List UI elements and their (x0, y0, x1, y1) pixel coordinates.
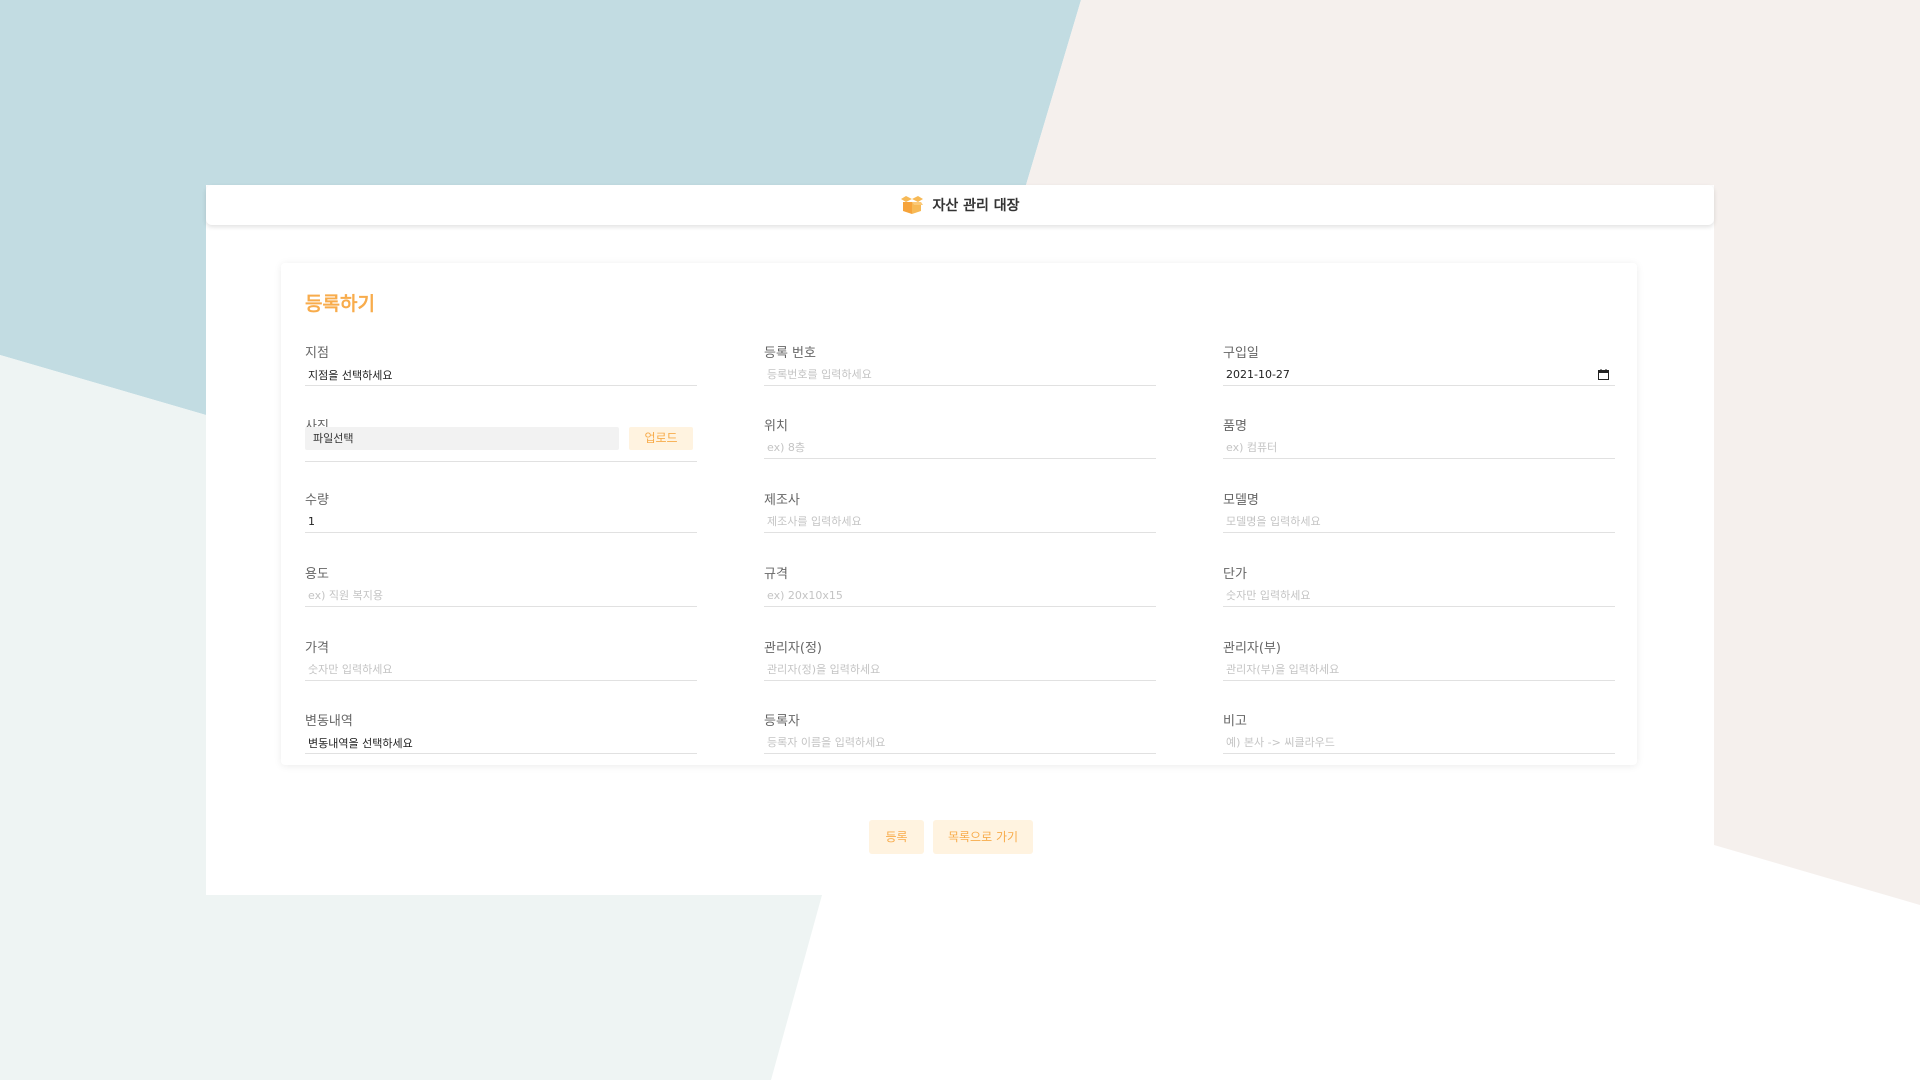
field-photo: 사진 파일선택 업로드 (305, 415, 697, 473)
location-label: 위치 (764, 419, 788, 434)
price-input[interactable] (305, 659, 697, 681)
box-icon (901, 196, 924, 214)
change-history-select[interactable]: 변동내역을 선택하세요 (305, 732, 697, 754)
spec-input[interactable] (764, 585, 1156, 607)
field-model: 모델명 (1223, 489, 1615, 547)
item-name-label: 품명 (1223, 419, 1247, 434)
field-note: 비고 (1223, 710, 1615, 768)
app-title: 자산 관리 대장 (932, 198, 1020, 214)
field-unit-price: 단가 (1223, 563, 1615, 621)
purchase-date-input[interactable]: 2021-10-27 (1223, 364, 1615, 386)
field-manager-main: 관리자(정) (764, 637, 1156, 695)
model-input[interactable] (1223, 511, 1615, 533)
calendar-icon[interactable] (1598, 369, 1609, 380)
field-item-name: 품명 (1223, 415, 1615, 473)
manager-main-label: 관리자(정) (764, 641, 822, 656)
reg-no-input[interactable] (764, 364, 1156, 386)
field-registrant: 등록자 (764, 710, 1156, 768)
register-form-card: 등록하기 지점 지점을 선택하세요 사진 파일선택 업로드 수량 용도 가격 변… (281, 263, 1637, 765)
price-label: 가격 (305, 641, 329, 656)
field-change-history: 변동내역 변동내역을 선택하세요 (305, 710, 697, 768)
manager-sub-label: 관리자(부) (1223, 641, 1281, 656)
form-title: 등록하기 (305, 293, 375, 315)
registrant-input[interactable] (764, 732, 1156, 754)
field-purchase-date: 구입일 2021-10-27 (1223, 342, 1615, 400)
field-location: 위치 (764, 415, 1156, 473)
field-quantity: 수량 (305, 489, 697, 547)
item-name-input[interactable] (1223, 437, 1615, 459)
photo-file-row: 파일선택 업로드 (305, 427, 697, 462)
manager-main-input[interactable] (764, 659, 1156, 681)
quantity-label: 수량 (305, 493, 329, 508)
spec-label: 규격 (764, 567, 788, 582)
app-window: 자산 관리 대장 등록하기 지점 지점을 선택하세요 사진 파일선택 업로드 수… (206, 185, 1714, 895)
field-spec: 규격 (764, 563, 1156, 621)
app-header: 자산 관리 대장 (206, 185, 1714, 225)
file-select-input[interactable]: 파일선택 (305, 427, 619, 450)
branch-select[interactable]: 지점을 선택하세요 (305, 364, 697, 386)
quantity-input[interactable] (305, 511, 697, 533)
field-branch: 지점 지점을 선택하세요 (305, 342, 697, 400)
location-input[interactable] (764, 437, 1156, 459)
manager-sub-input[interactable] (1223, 659, 1615, 681)
upload-button[interactable]: 업로드 (629, 427, 693, 450)
field-manufacturer: 제조사 (764, 489, 1156, 547)
model-label: 모델명 (1223, 493, 1259, 508)
purchase-date-value: 2021-10-27 (1226, 368, 1290, 381)
manufacturer-label: 제조사 (764, 493, 800, 508)
change-history-label: 변동내역 (305, 714, 353, 729)
field-usage: 용도 (305, 563, 697, 621)
registrant-label: 등록자 (764, 714, 800, 729)
unit-price-label: 단가 (1223, 567, 1247, 582)
submit-button[interactable]: 등록 (869, 820, 924, 854)
field-reg-no: 등록 번호 (764, 342, 1156, 400)
usage-input[interactable] (305, 585, 697, 607)
branch-label: 지점 (305, 346, 329, 361)
note-label: 비고 (1223, 714, 1247, 729)
field-price: 가격 (305, 637, 697, 695)
usage-label: 용도 (305, 567, 329, 582)
note-input[interactable] (1223, 732, 1615, 754)
field-manager-sub: 관리자(부) (1223, 637, 1615, 695)
purchase-date-label: 구입일 (1223, 346, 1259, 361)
manufacturer-input[interactable] (764, 511, 1156, 533)
unit-price-input[interactable] (1223, 585, 1615, 607)
reg-no-label: 등록 번호 (764, 346, 816, 361)
back-to-list-button[interactable]: 목록으로 가기 (933, 820, 1033, 854)
